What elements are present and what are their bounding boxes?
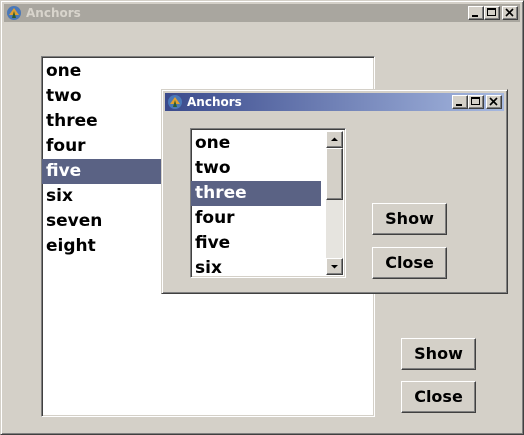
child-list-item[interactable]: two — [191, 156, 321, 181]
child-list-item[interactable]: six — [191, 256, 321, 277]
scroll-thumb[interactable] — [326, 148, 343, 200]
minimize-icon — [456, 104, 462, 106]
child-show-button[interactable]: Show — [372, 203, 447, 235]
minimize-button[interactable] — [468, 6, 484, 20]
child-list-item[interactable]: four — [191, 206, 321, 231]
minimize-button[interactable] — [452, 95, 468, 109]
main-window-title: Anchors — [26, 6, 81, 20]
child-listbox[interactable]: one two three four five six — [190, 128, 346, 278]
maximize-button[interactable] — [484, 6, 500, 20]
child-title-bar[interactable]: Anchors — [165, 93, 504, 111]
main-close-button[interactable]: Close — [401, 381, 476, 413]
close-icon — [489, 97, 498, 106]
maximize-icon — [471, 97, 480, 105]
scroll-up-icon — [331, 137, 338, 141]
app-icon — [7, 6, 21, 20]
scroll-up-button[interactable] — [326, 131, 343, 148]
main-list-item[interactable]: one — [42, 59, 374, 84]
child-list-item[interactable]: one — [191, 131, 321, 156]
close-window-button[interactable] — [486, 95, 502, 109]
child-list-item[interactable]: three — [191, 181, 321, 206]
close-window-button[interactable] — [502, 6, 518, 20]
child-window-title: Anchors — [187, 95, 242, 109]
app-icon — [168, 95, 182, 109]
maximize-button[interactable] — [468, 95, 484, 109]
child-list-item[interactable]: five — [191, 231, 321, 256]
child-window: Anchors one two three four five six Show Clo — [161, 89, 508, 294]
close-icon — [505, 8, 514, 17]
vertical-scrollbar[interactable] — [326, 131, 343, 275]
scroll-down-icon — [331, 265, 338, 269]
maximize-icon — [487, 8, 496, 16]
main-show-button[interactable]: Show — [401, 338, 476, 370]
scroll-down-button[interactable] — [326, 258, 343, 275]
main-title-bar[interactable]: Anchors — [4, 4, 520, 22]
child-close-button[interactable]: Close — [372, 247, 447, 279]
minimize-icon — [472, 15, 478, 17]
